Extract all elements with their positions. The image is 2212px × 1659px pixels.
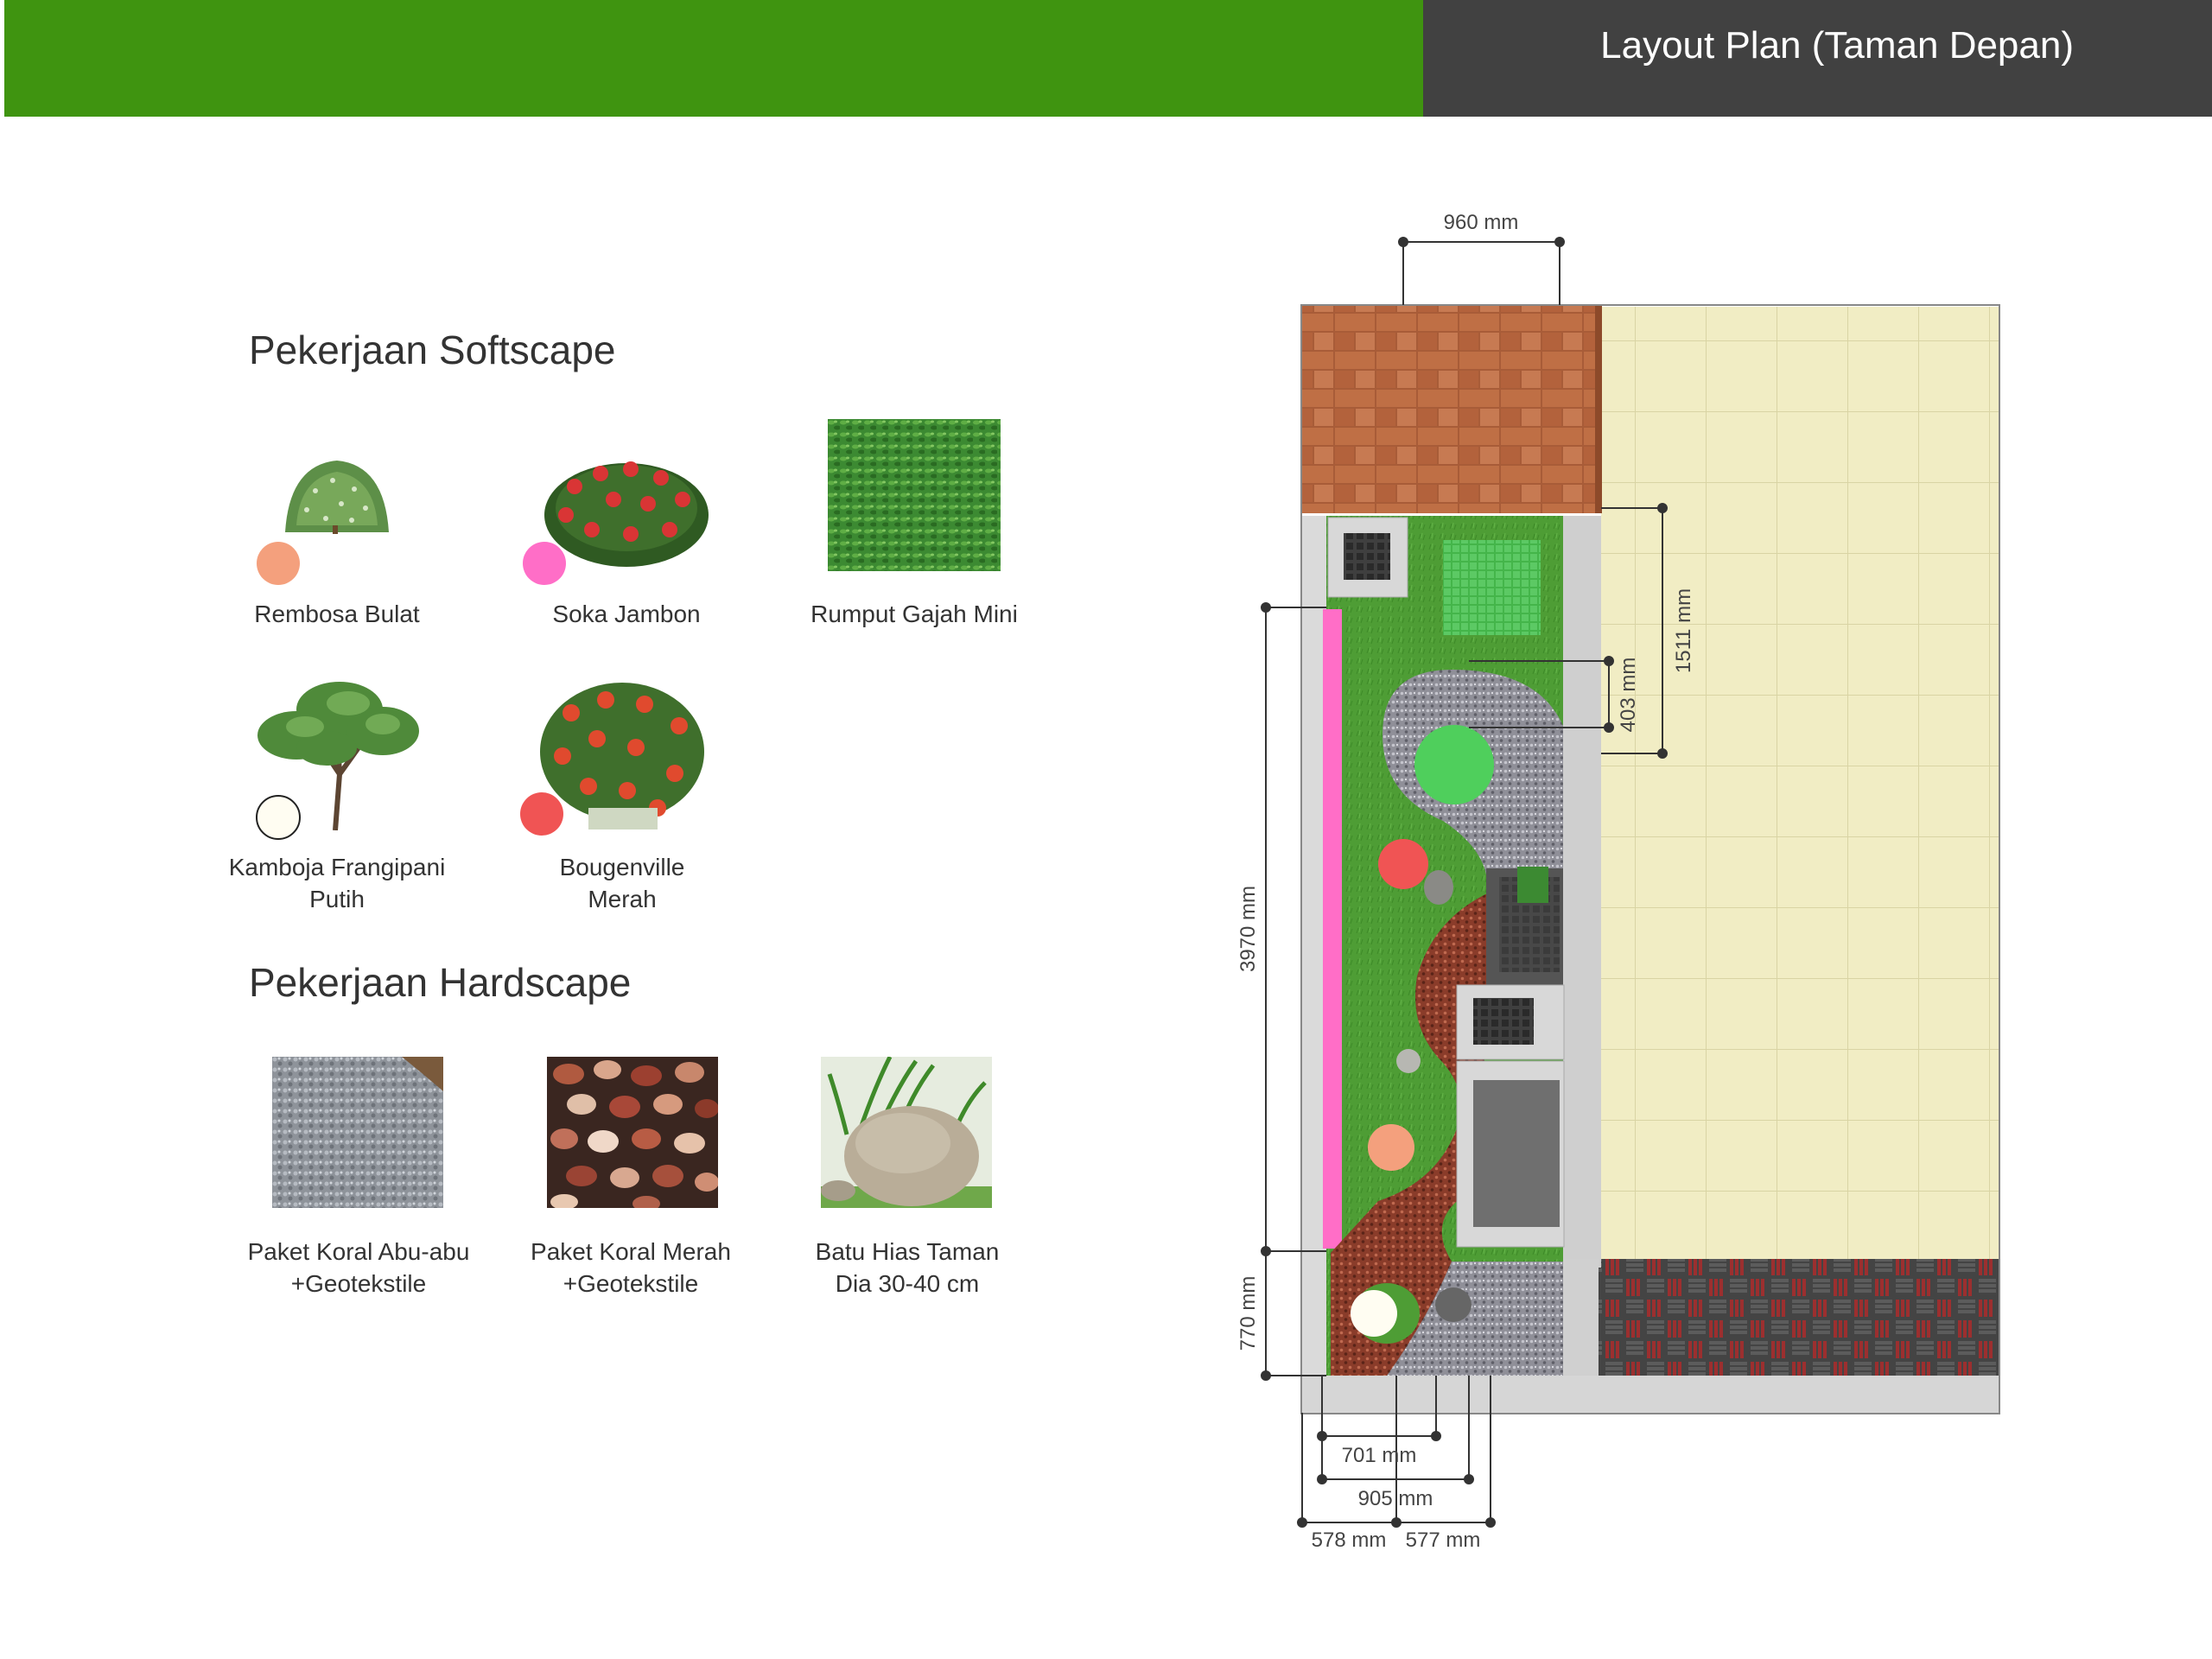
soka-marker — [523, 542, 566, 585]
rembosa-marker — [257, 542, 300, 585]
dim-bottom-2: 905 mm — [1358, 1487, 1433, 1510]
layout-plan-drawing: 960 mm 1511 mm 403 mm 3970 mm 770 mm 701… — [1236, 211, 2000, 1552]
dim-left-bottom: 770 mm — [1236, 1276, 1260, 1351]
batu-hias-label-line2: Dia 30-40 cm — [835, 1270, 980, 1297]
koral-abu-label-line1: Paket Koral Abu-abu — [247, 1238, 470, 1265]
kamboja-label-line2: Putih — [309, 886, 365, 912]
koral-merah-label: Paket Koral Merah +Geotekstile — [501, 1236, 760, 1300]
koral-abu-label-line2: +Geotekstile — [290, 1270, 427, 1297]
bougenville-marker — [520, 792, 563, 836]
round-shrub-icon — [285, 461, 389, 534]
kamboja-label-line1: Kamboja Frangipani — [228, 854, 446, 880]
dim-bottom-3b: 577 mm — [1406, 1529, 1481, 1552]
koral-merah-label-line2: +Geotekstile — [563, 1270, 699, 1297]
dim-inner-offset: 403 mm — [1617, 658, 1640, 733]
bougenville-label-line2: Merah — [588, 886, 657, 912]
kamboja-marker — [256, 795, 301, 840]
batu-hias-label: Batu Hias Taman Dia 30-40 cm — [778, 1236, 1037, 1300]
bougenville-label-line1: Bougenville — [559, 854, 685, 880]
dim-bottom-3a: 578 mm — [1312, 1529, 1387, 1552]
koral-abu-label: Paket Koral Abu-abu +Geotekstile — [220, 1236, 497, 1300]
grass-texture-icon — [828, 419, 1001, 571]
flowering-shrub-icon — [544, 461, 709, 567]
dim-bottom-1: 701 mm — [1342, 1444, 1417, 1467]
red-pebbles-icon — [547, 1057, 718, 1208]
kamboja-label: Kamboja Frangipani Putih — [203, 851, 471, 915]
garden-boulder-icon — [821, 1057, 992, 1208]
koral-merah-label-line1: Paket Koral Merah — [531, 1238, 731, 1265]
hardscape-heading: Pekerjaan Hardscape — [249, 960, 632, 1005]
grey-gravel-icon — [272, 1057, 443, 1208]
header-accent-bar — [4, 0, 1423, 117]
bougenville-label: Bougenville Merah — [493, 851, 752, 915]
rembosa-label: Rembosa Bulat — [254, 601, 420, 627]
header-title-bar: Layout Plan (Taman Depan) — [1423, 0, 2212, 117]
dim-left-length: 3970 mm — [1236, 886, 1260, 972]
batu-hias-label-line1: Batu Hias Taman — [815, 1238, 1000, 1265]
rumput-label: Rumput Gajah Mini — [810, 601, 1018, 627]
softscape-heading: Pekerjaan Softscape — [249, 327, 616, 372]
soka-label: Soka Jambon — [552, 601, 701, 627]
dim-right-length: 1511 mm — [1672, 588, 1695, 673]
dim-top-width: 960 mm — [1444, 211, 1519, 234]
page-title: Layout Plan (Taman Depan) — [1600, 24, 2074, 67]
